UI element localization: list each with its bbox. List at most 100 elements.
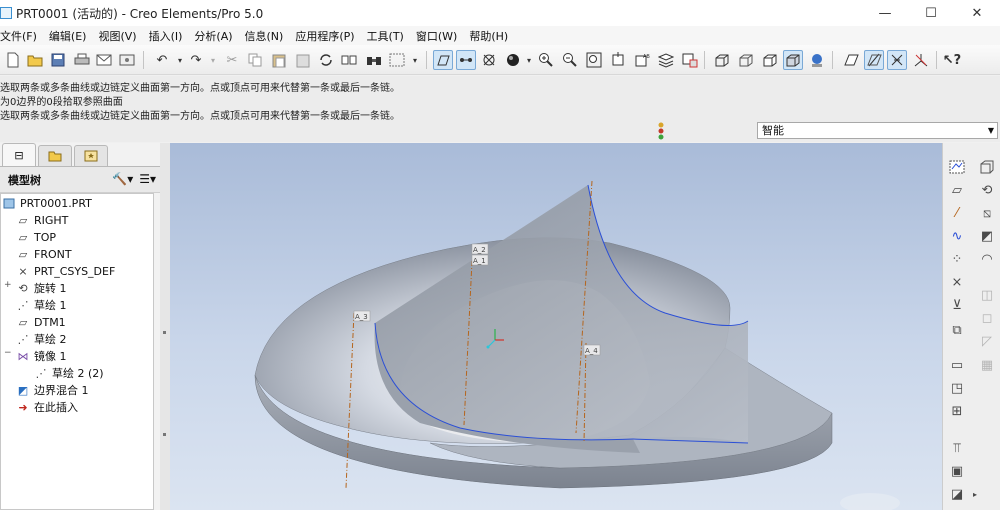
find-icon[interactable] — [364, 50, 384, 70]
context-help-icon[interactable]: ↖? — [942, 50, 962, 70]
email-icon[interactable] — [94, 50, 114, 70]
datum-plane-display-icon[interactable] — [433, 50, 453, 70]
csys-tool-icon[interactable] — [911, 50, 931, 70]
sketch-tool-icon[interactable] — [947, 157, 967, 177]
more-tools-icon[interactable]: ▸ — [965, 484, 985, 504]
tree-item-sketch-1[interactable]: ⋰ 草绘 1 — [15, 297, 67, 313]
redo-dropdown-icon[interactable]: ▾ — [203, 50, 223, 70]
revolve-tool-icon[interactable]: ⟲ — [977, 180, 997, 200]
enhanced-realism-icon[interactable] — [807, 50, 827, 70]
tree-item-boundary-blend[interactable]: ◩ 边界混合 1 — [15, 382, 89, 398]
favorites-tab[interactable] — [74, 145, 108, 166]
no-hidden-icon[interactable] — [760, 50, 780, 70]
shell-tool-icon[interactable]: ◻ — [977, 308, 997, 328]
menu-insert[interactable]: 插入(I) — [143, 28, 189, 44]
print-icon[interactable] — [72, 50, 92, 70]
datum-axis-display-icon[interactable] — [456, 50, 476, 70]
pattern-tool-icon[interactable]: ▦ — [977, 355, 997, 375]
curve-tool-icon[interactable]: ∿ — [947, 226, 967, 246]
menu-applications[interactable]: 应用程序(P) — [289, 28, 360, 44]
tree-item-front[interactable]: ▱ FRONT — [15, 246, 72, 262]
point-tool-icon[interactable]: ⁘ — [947, 249, 967, 269]
close-button[interactable]: ✕ — [954, 0, 1000, 26]
offset-tool-icon[interactable]: ▭ — [947, 355, 967, 375]
email-link-icon[interactable] — [117, 50, 137, 70]
layers-icon[interactable] — [656, 50, 676, 70]
favorites-icon — [84, 150, 98, 162]
regenerate-icon[interactable] — [316, 50, 336, 70]
open-folder-icon[interactable] — [25, 50, 45, 70]
expand-icon[interactable]: + — [4, 280, 12, 290]
merge-tool-icon[interactable]: ⊞ — [947, 401, 967, 421]
menu-analysis[interactable]: 分析(A) — [188, 28, 238, 44]
extrude-tool-icon[interactable] — [977, 157, 997, 177]
tree-item-sketch-2[interactable]: ⋰ 草绘 2 — [15, 331, 67, 347]
menu-edit[interactable]: 编辑(E) — [43, 28, 93, 44]
tree-item-right[interactable]: ▱ RIGHT — [15, 212, 69, 228]
tree-item-mirror[interactable]: ⋈ 镜像 1 — [15, 348, 67, 364]
minimize-button[interactable]: — — [862, 0, 908, 26]
tree-item-part[interactable]: PRT0001.PRT — [1, 195, 92, 211]
menu-info[interactable]: 信息(N) — [239, 28, 290, 44]
tree-item-sketch-2-2[interactable]: ⋰ 草绘 2 (2) — [33, 365, 104, 381]
boundary-tool-icon[interactable]: ◠ — [977, 249, 997, 269]
undo-icon[interactable]: ↶ — [152, 50, 172, 70]
paste-icon[interactable] — [269, 50, 289, 70]
graphics-viewport[interactable]: A_2 A_1 A_3 A_4 — [170, 143, 942, 510]
analysis-feature-icon[interactable]: ⊻ — [947, 295, 967, 315]
menu-file[interactable]: 文件(F) — [0, 28, 43, 44]
hole-tool-icon[interactable]: ◫ — [977, 285, 997, 305]
tree-item-top[interactable]: ▱ TOP — [15, 229, 56, 245]
tree-item-revolve[interactable]: ⟲ 旋转 1 — [15, 280, 66, 296]
new-file-icon[interactable] — [3, 50, 23, 70]
csys-tool-icon[interactable]: ⨯ — [947, 272, 967, 292]
menu-help[interactable]: 帮助(H) — [463, 28, 514, 44]
collapse-icon[interactable]: − — [4, 348, 12, 358]
selection-dropdown-icon[interactable]: ▾ — [405, 50, 425, 70]
refit-icon[interactable] — [584, 50, 604, 70]
save-icon[interactable] — [48, 50, 68, 70]
tree-columns-icon[interactable]: ☰▾ — [139, 172, 156, 186]
reorient-icon[interactable] — [608, 50, 628, 70]
datum-axis-label: A_3 — [355, 313, 368, 321]
draft-tool-icon[interactable]: ◸ — [977, 331, 997, 351]
plane-tool-icon[interactable]: ▱ — [947, 180, 967, 200]
solidify-tool-icon[interactable]: ◪ — [947, 484, 967, 504]
copy-feature-icon[interactable]: ◳ — [947, 378, 967, 398]
zoom-in-icon[interactable] — [536, 50, 556, 70]
tree-settings-icon[interactable]: 🔨▾ — [112, 172, 133, 186]
datum-axis-tool-icon[interactable] — [864, 50, 884, 70]
menu-view[interactable]: 视图(V) — [92, 28, 142, 44]
folder-browser-tab[interactable] — [38, 145, 72, 166]
point-display-icon[interactable] — [479, 50, 499, 70]
paste-special-icon[interactable] — [293, 50, 313, 70]
menu-tools[interactable]: 工具(T) — [361, 28, 410, 44]
tree-item-insert-here[interactable]: ➜ 在此插入 — [15, 399, 78, 415]
trim-tool-icon[interactable]: ⫪ — [947, 438, 967, 458]
cut-icon[interactable]: ✂ — [222, 50, 242, 70]
sweep-tool-icon[interactable]: ⧅ — [977, 203, 997, 223]
menu-window[interactable]: 窗口(W) — [410, 28, 463, 44]
hidden-line-icon[interactable] — [736, 50, 756, 70]
svg-text:AB: AB — [643, 54, 650, 60]
wireframe-icon[interactable] — [712, 50, 732, 70]
selection-box-icon[interactable] — [387, 50, 407, 70]
maximize-button[interactable]: ☐ — [908, 0, 954, 26]
tree-item-csys[interactable]: ⨯ PRT_CSYS_DEF — [15, 263, 115, 279]
panel-splitter[interactable] — [160, 143, 170, 510]
zoom-out-icon[interactable] — [560, 50, 580, 70]
datum-plane-tool-icon[interactable] — [841, 50, 861, 70]
pattern-link-icon[interactable]: ⧉ — [947, 320, 967, 340]
tree-item-dtm1[interactable]: ▱ DTM1 — [15, 314, 66, 330]
copy-icon[interactable] — [245, 50, 265, 70]
view-manager-icon[interactable] — [680, 50, 700, 70]
shading-icon[interactable] — [783, 50, 803, 70]
axis-tool-icon[interactable]: ⁄ — [947, 203, 967, 223]
saved-views-icon[interactable]: AB — [632, 50, 652, 70]
thicken-tool-icon[interactable]: ▣ — [947, 461, 967, 481]
selection-filter-select[interactable]: 智能 ▼ — [757, 122, 998, 139]
blend-tool-icon[interactable]: ◩ — [977, 226, 997, 246]
regen-manager-icon[interactable] — [339, 50, 359, 70]
model-tree-tab[interactable]: ⊟ — [2, 143, 36, 166]
datum-point-tool-icon[interactable] — [887, 50, 907, 70]
